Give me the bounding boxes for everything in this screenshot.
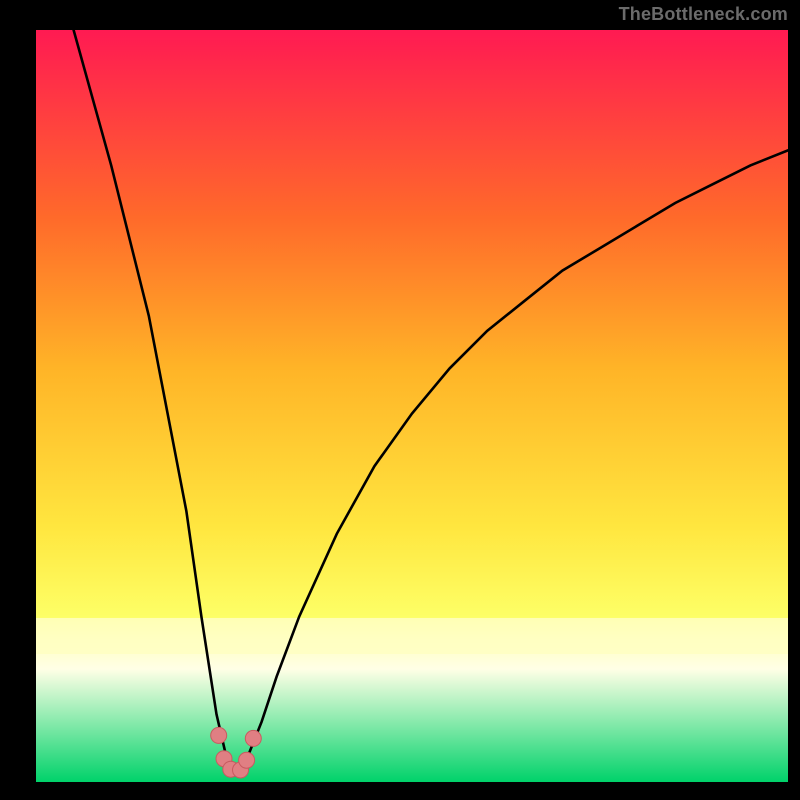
pale-band (36, 618, 788, 654)
plot-area (36, 30, 788, 782)
watermark-text: TheBottleneck.com (619, 4, 788, 25)
gradient-background (36, 30, 788, 782)
curve-marker (239, 752, 255, 768)
chart-svg (36, 30, 788, 782)
curve-marker (245, 730, 261, 746)
chart-frame: TheBottleneck.com (0, 0, 800, 800)
curve-marker (211, 727, 227, 743)
